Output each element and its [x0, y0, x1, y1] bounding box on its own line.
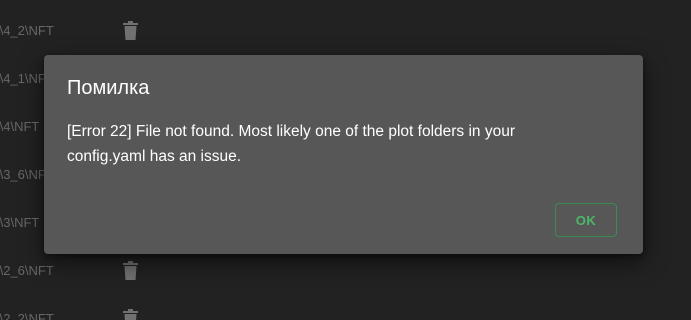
dialog-title: Помилка — [67, 77, 150, 99]
dialog-message: [Error 22] File not found. Most likely o… — [67, 123, 516, 165]
error-dialog: Помилка [Error 22] File not found. Most … — [44, 55, 643, 254]
ok-button[interactable]: OK — [555, 203, 617, 237]
app-page: :\4_2\NFT :\4_1\NFT :\4\NFT :\3_6\NFT :\… — [0, 0, 691, 320]
